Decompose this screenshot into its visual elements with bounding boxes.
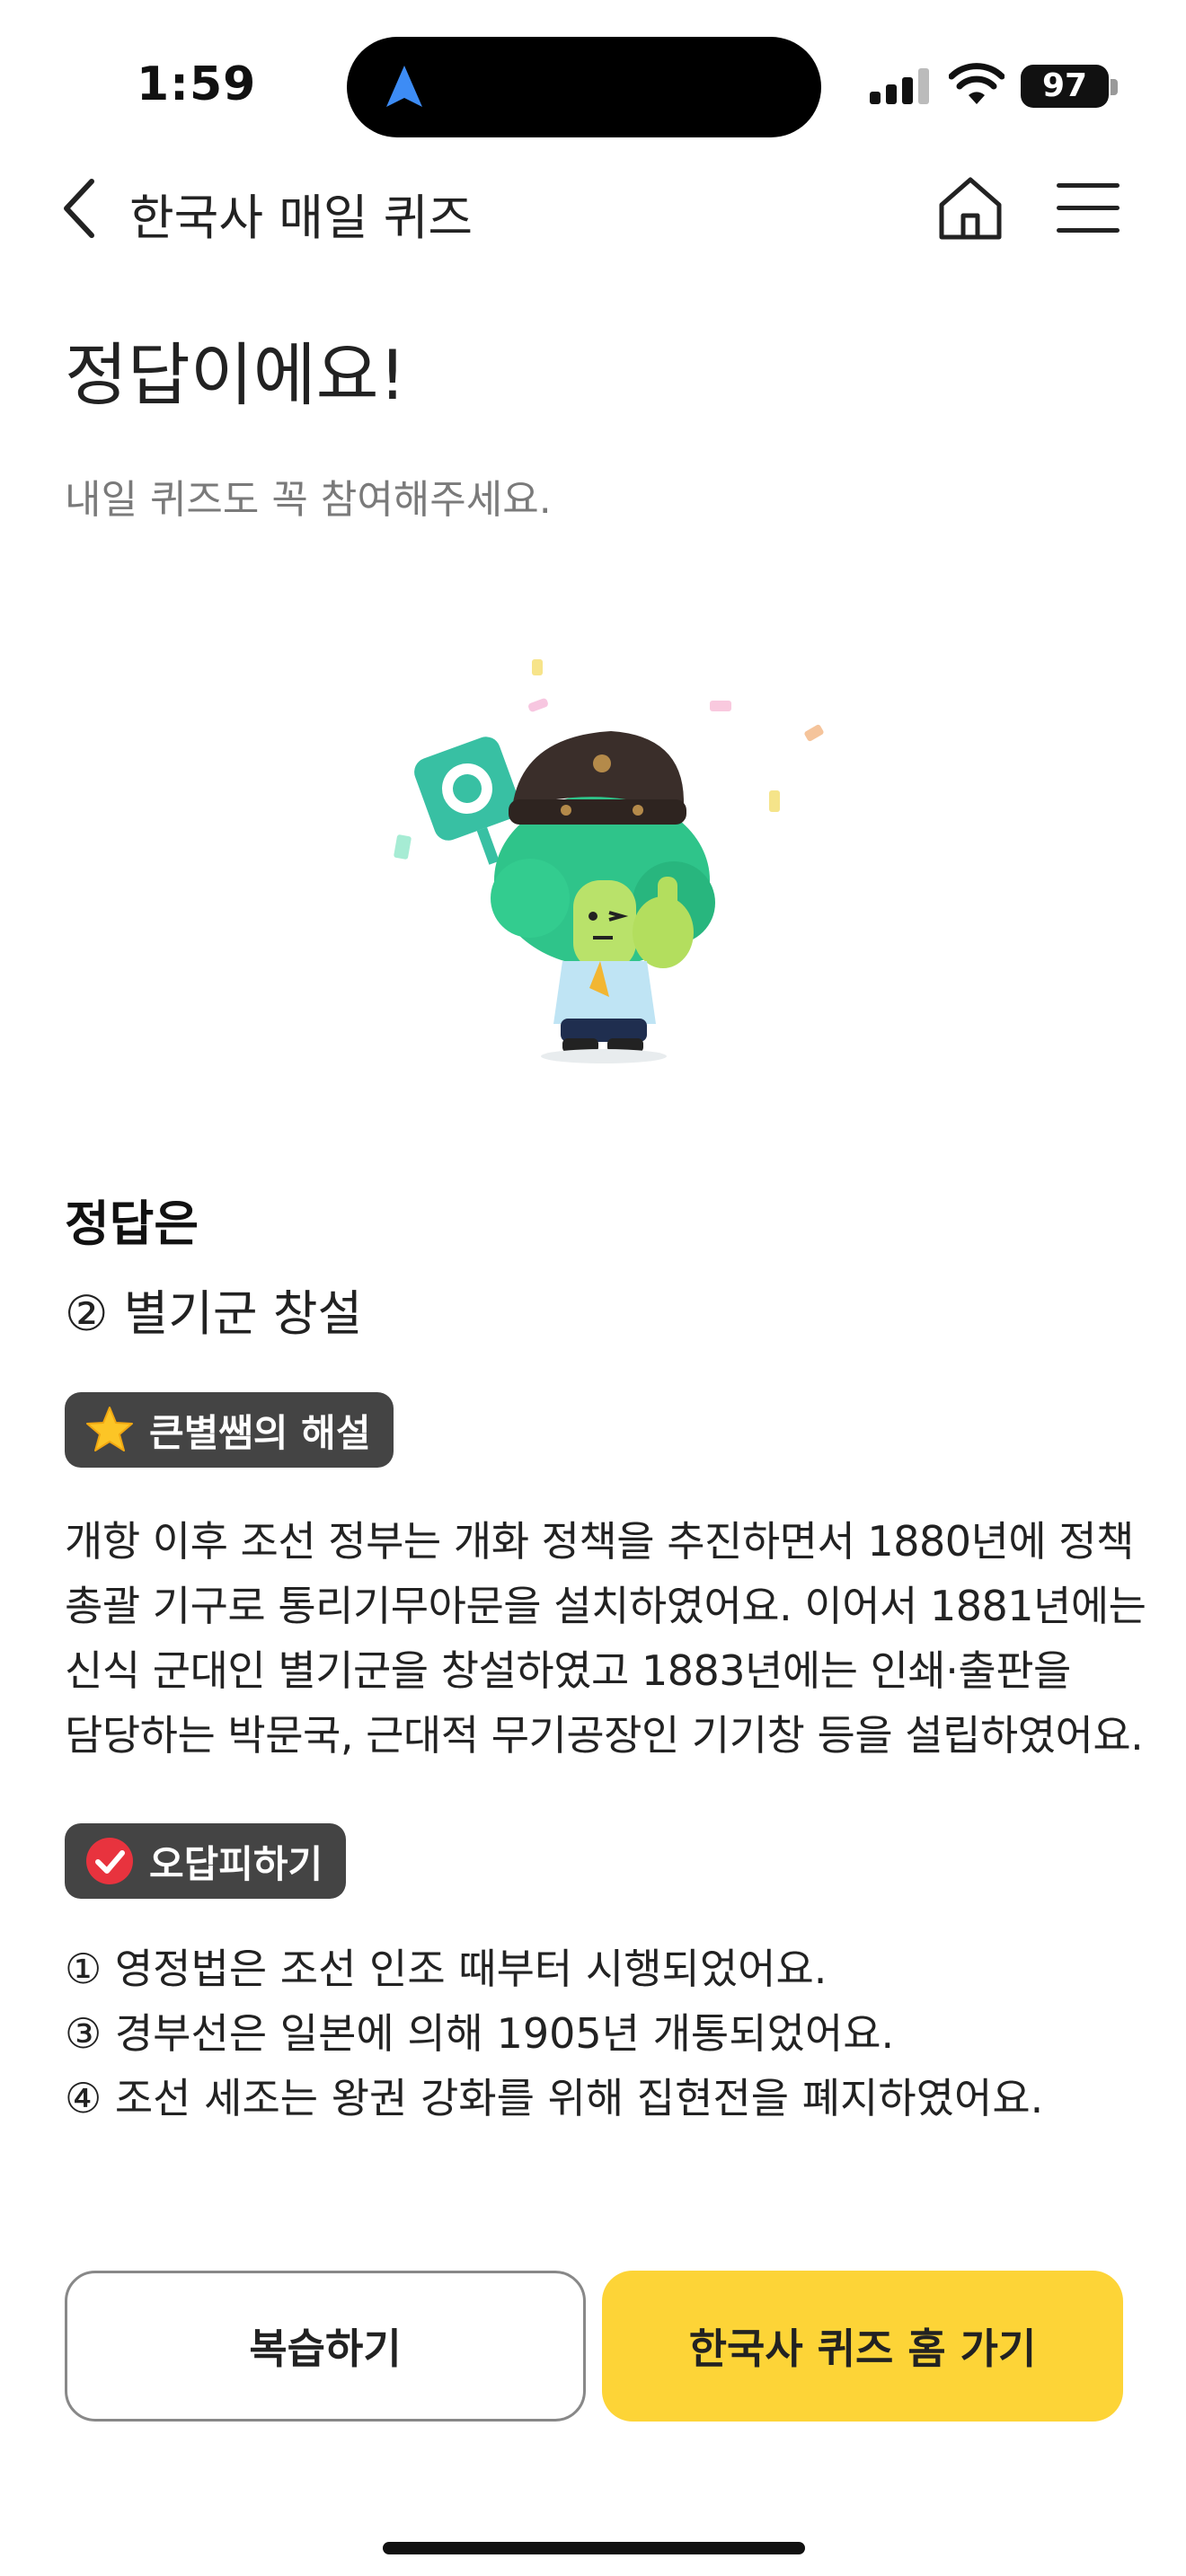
battery-tip [1111, 79, 1118, 95]
explanation-line: 개항 이후 조선 정부는 개화 정책을 추진하면서 1880년에 정책 [65, 1517, 1134, 1566]
battery-icon: 97 [1021, 65, 1109, 108]
header-title: 한국사 매일 퀴즈 [129, 190, 474, 246]
hamburger-menu-icon [1057, 183, 1120, 188]
answer-text: ② 별기군 창설 [65, 1285, 363, 1342]
navigation-arrow-icon [386, 66, 422, 107]
explanation-badge: 큰별쌤의 해설 [65, 1392, 394, 1468]
star-icon [86, 1407, 133, 1451]
answer-heading: 정답은 [65, 1195, 199, 1252]
list-item: ④ 조선 세조는 왕권 강화를 위해 집현전을 폐지하였어요. [65, 2074, 1044, 2122]
hamburger-line [1057, 206, 1120, 210]
list-item: ① 영정법은 조선 인조 때부터 시행되었어요. [65, 1945, 828, 1993]
character-illustration [394, 659, 824, 1063]
back-button[interactable] [56, 176, 106, 241]
status-time: 1:59 [137, 57, 257, 111]
hamburger-line [1057, 228, 1120, 233]
wrong-answers-list: ① 영정법은 조선 인조 때부터 시행되었어요. ③ 경부선은 일본에 의해 1… [65, 1936, 1134, 2130]
home-indicator[interactable] [383, 2542, 805, 2554]
review-button[interactable]: 복습하기 [65, 2271, 586, 2422]
home-icon [939, 177, 1002, 240]
signal-icon [870, 68, 929, 104]
quiz-home-button[interactable]: 한국사 퀴즈 홈 가기 [602, 2271, 1123, 2422]
list-item: ③ 경부선은 일본에 의해 1905년 개통되었어요. [65, 2009, 895, 2058]
wrong-answers-badge: 오답피하기 [65, 1823, 347, 1899]
page-title: 정답이에요! [65, 335, 407, 415]
red-check-icon [86, 1838, 133, 1884]
dynamic-island [347, 37, 821, 137]
explanation-badge-label: 큰별쌤의 해설 [149, 1410, 371, 1455]
chevron-left-icon [64, 179, 94, 238]
home-button[interactable] [934, 172, 1006, 244]
explanation-line: 신식 군대인 별기군을 창설하였고 1883년에는 인쇄·출판을 [65, 1646, 1071, 1695]
menu-button[interactable] [1057, 180, 1120, 235]
page-subtitle: 내일 퀴즈도 꼭 참여해주세요. [65, 477, 552, 523]
explanation-text: 개항 이후 조선 정부는 개화 정책을 추진하면서 1880년에 정책 총괄 기… [65, 1509, 1146, 1768]
wifi-icon [949, 63, 1005, 104]
explanation-line: 총괄 기구로 통리기무아문을 설치하였어요. 이어서 1881년에는 [65, 1582, 1146, 1630]
explanation-line: 담당하는 박문국, 근대적 무기공장인 기기창 등을 설립하였어요. [65, 1711, 1144, 1760]
wrong-answers-badge-label: 오답피하기 [149, 1841, 323, 1886]
